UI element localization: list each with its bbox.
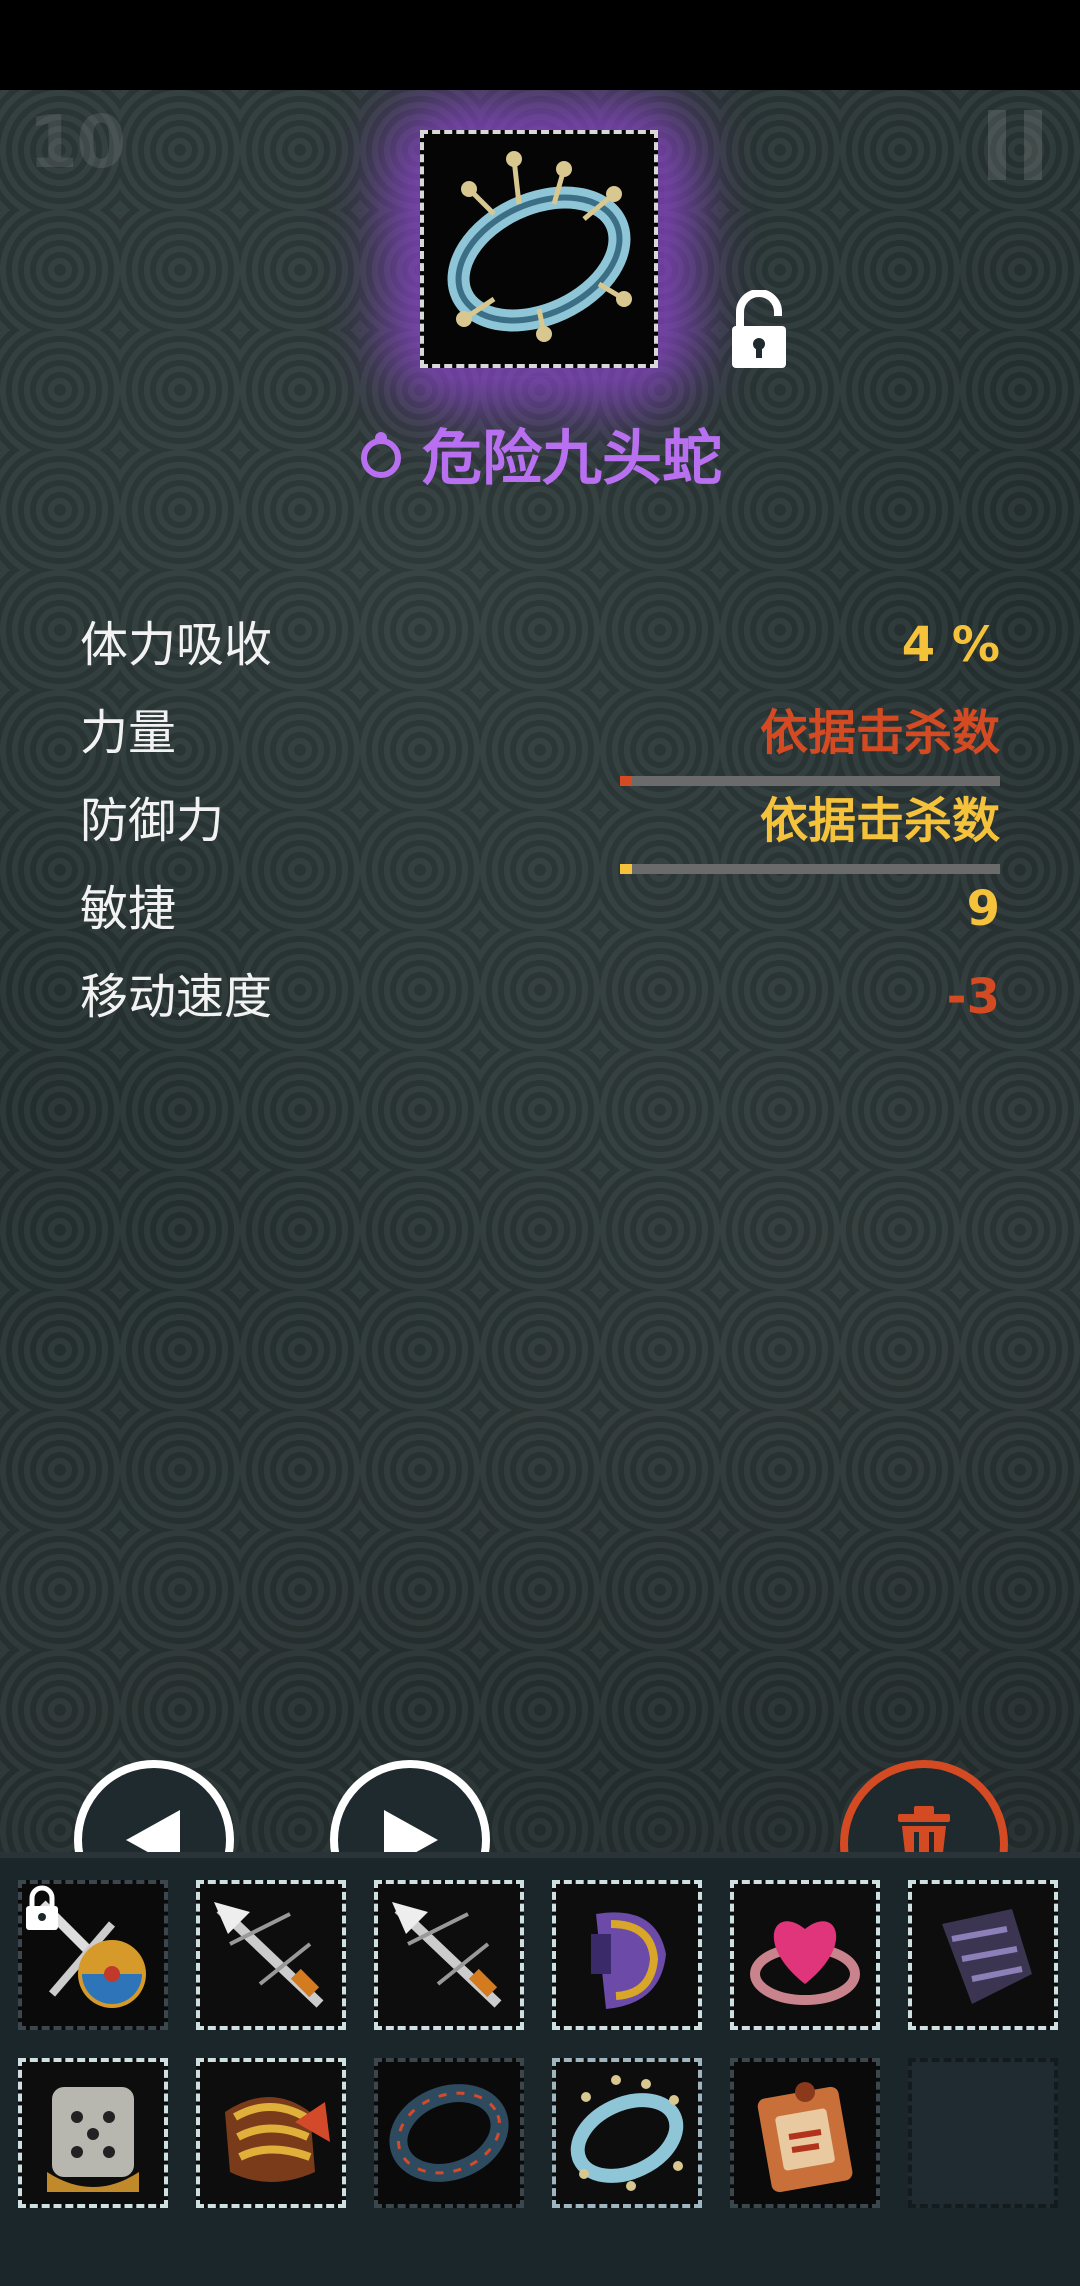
gold-bracer-icon <box>225 2097 330 2182</box>
stat-row: 移动速度 -3 <box>80 962 1000 1050</box>
pause-button[interactable] <box>988 110 1042 180</box>
dark-ring-icon <box>389 2084 509 2182</box>
item-title: 危险九头蛇 <box>0 410 1080 497</box>
inventory-slot[interactable] <box>18 1880 168 2030</box>
stat-label: 力量 <box>80 705 177 761</box>
inventory-slot[interactable] <box>552 2058 702 2208</box>
item-icon-frame <box>420 130 658 368</box>
stat-label: 防御力 <box>80 793 225 849</box>
inventory-slot[interactable] <box>730 2058 880 2208</box>
arrow-icon <box>392 1902 502 2008</box>
stone-dice-icon <box>47 2087 139 2192</box>
stat-progress-fill <box>620 864 632 874</box>
stat-row: 敏捷 9 <box>80 874 1000 962</box>
inventory-slot[interactable] <box>374 1880 524 2030</box>
heart-ring-icon <box>750 1921 860 2005</box>
stat-label: 体力吸收 <box>80 617 273 673</box>
stat-progress-bar <box>620 776 1000 786</box>
arrow-icon <box>214 1902 324 2008</box>
stat-progress-fill <box>620 776 632 786</box>
ring-icon <box>447 151 632 342</box>
lock-open-icon[interactable] <box>730 290 788 370</box>
inventory-slot[interactable] <box>196 2058 346 2208</box>
stat-row: 防御力 依据击杀数 <box>80 786 1000 874</box>
ring-type-icon <box>361 431 401 478</box>
inventory-slot[interactable] <box>196 1880 346 2030</box>
game-view: 10 危险九头蛇 体力吸收 4 % 力量 依据击杀数 防御力 依据击杀数 敏捷 … <box>0 90 1080 1870</box>
stat-progress-bar <box>620 864 1000 874</box>
stat-value: 依据击杀数 <box>759 705 1000 761</box>
stat-value: -3 <box>946 969 1000 1025</box>
inventory-slot[interactable] <box>908 1880 1058 2030</box>
inventory-slot[interactable] <box>374 2058 524 2208</box>
stat-value: 4 % <box>901 617 1000 673</box>
stat-row: 体力吸收 4 % <box>80 610 1000 698</box>
lock-icon <box>26 1885 58 1930</box>
stat-label: 移动速度 <box>80 969 273 1025</box>
scroll-tag-icon <box>757 2082 853 2193</box>
inventory-slot[interactable] <box>730 1880 880 2030</box>
level-counter: 10 <box>28 100 126 184</box>
status-bar <box>0 0 1080 90</box>
inventory-grid <box>0 1852 1080 2286</box>
inventory-slot[interactable] <box>18 2058 168 2208</box>
stat-value: 依据击杀数 <box>759 793 1000 849</box>
purple-bracer-icon <box>591 1912 666 2009</box>
item-name: 危险九头蛇 <box>422 424 722 494</box>
stat-row: 力量 依据击杀数 <box>80 698 1000 786</box>
inventory-slot[interactable] <box>552 1880 702 2030</box>
ring-icon <box>570 2075 684 2191</box>
stats-list: 体力吸收 4 % 力量 依据击杀数 防御力 依据击杀数 敏捷 9 移动速度 -3 <box>80 610 1000 1050</box>
stat-label: 敏捷 <box>80 881 177 937</box>
stat-value: 9 <box>966 881 1000 937</box>
inventory-slot-empty[interactable] <box>908 2058 1058 2208</box>
dark-gauntlet-icon <box>942 1909 1032 2004</box>
